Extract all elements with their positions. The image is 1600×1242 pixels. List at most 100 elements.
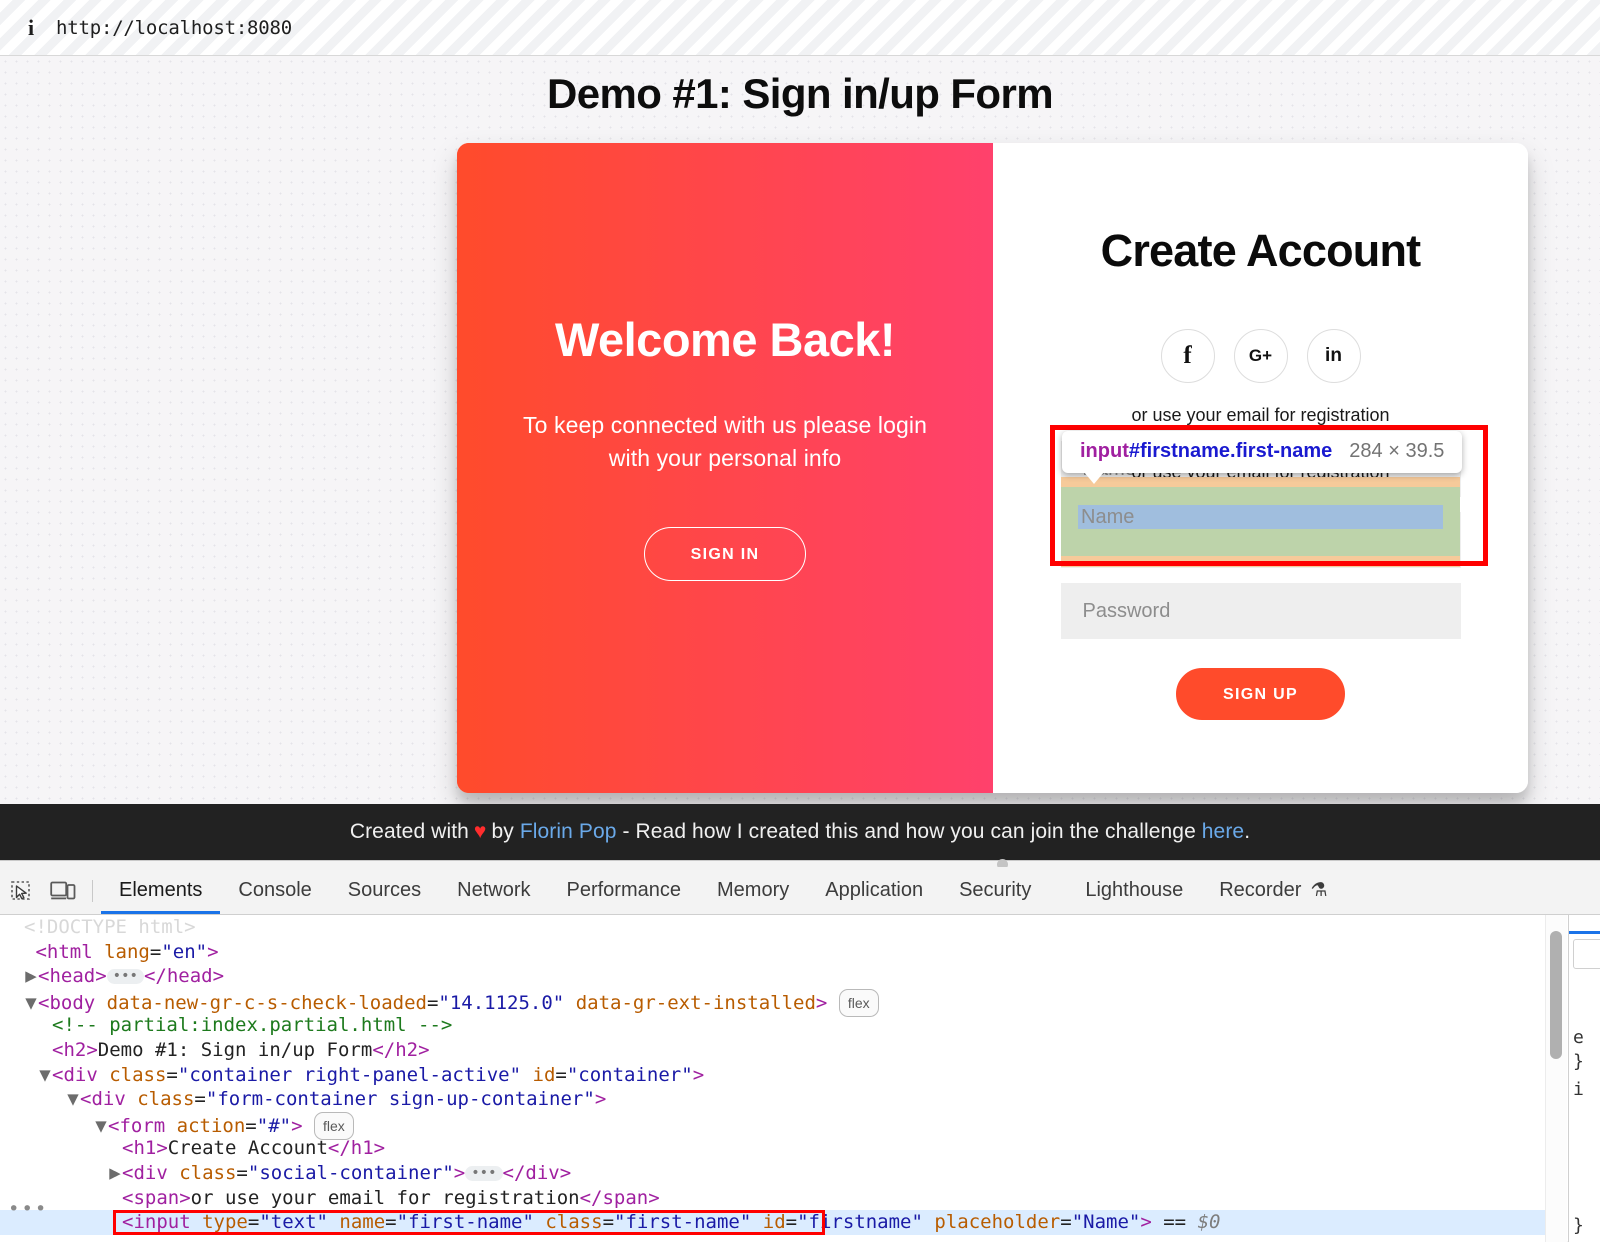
tag-close: > <box>291 1115 302 1137</box>
node-text: Demo #1: Sign in/up Form <box>98 1039 373 1061</box>
tag-open: <head> <box>38 965 107 987</box>
sign-in-button[interactable]: SIGN IN <box>644 527 807 581</box>
attr-name: class <box>137 1088 194 1110</box>
tooltip-tag-name: input <box>1080 440 1129 462</box>
url-text[interactable]: http://localhost:8080 <box>56 17 292 39</box>
tag-open: <input <box>122 1211 191 1233</box>
tab-lighthouse[interactable]: Lighthouse <box>1067 867 1201 914</box>
toolbar-divider <box>92 880 93 902</box>
attr-name: type <box>202 1211 248 1233</box>
facebook-icon[interactable]: f <box>1161 329 1215 383</box>
footer-by: by <box>492 820 514 844</box>
heart-icon: ♥ <box>474 820 487 844</box>
attr-name: class <box>179 1162 236 1184</box>
dom-node-comment: <!-- partial:index.partial.html --> <box>0 1013 1545 1038</box>
attr-value: "#" <box>257 1115 291 1137</box>
tag-open: <div <box>122 1162 168 1184</box>
password-input[interactable]: Password <box>1061 583 1461 639</box>
tag-close: </h2> <box>372 1039 429 1061</box>
here-link[interactable]: here <box>1202 820 1244 844</box>
attr-name: class <box>109 1064 166 1086</box>
attr-name: name <box>339 1211 385 1233</box>
attr-name: lang <box>104 941 150 963</box>
dom-node-doctype: <!DOCTYPE html> <box>0 915 1545 940</box>
twisty-expanded[interactable]: ▼ <box>66 1087 80 1112</box>
dom-node-form[interactable]: ▼<form action="#"> flex <box>0 1112 1545 1137</box>
attr-value: "social-container" <box>248 1162 454 1184</box>
expand-ellipsis[interactable]: ••• <box>465 1166 502 1181</box>
info-icon: i <box>18 15 44 41</box>
tab-network[interactable]: Network <box>439 867 548 914</box>
attr-name: data-new-gr-c-s-check-loaded <box>107 992 427 1014</box>
tab-performance[interactable]: Performance <box>549 867 700 914</box>
dom-node-h2[interactable]: <h2>Demo #1: Sign in/up Form</h2> <box>0 1038 1545 1063</box>
attr-name: id <box>533 1064 556 1086</box>
twisty-collapsed[interactable]: ▶ <box>108 1161 122 1186</box>
attr-name: action <box>177 1115 246 1137</box>
tab-application[interactable]: Application <box>807 867 941 914</box>
styles-tab-indicator <box>1568 931 1600 934</box>
tag-close: </span> <box>580 1187 660 1209</box>
inspect-element-icon[interactable] <box>0 870 42 912</box>
attr-value: "14.1125.0" <box>438 992 564 1014</box>
overlay-text: To keep connected with us please login w… <box>510 409 940 476</box>
google-plus-icon[interactable]: G+ <box>1234 329 1288 383</box>
author-link[interactable]: Florin Pop <box>520 820 617 844</box>
dom-node-span-hint[interactable]: <span>or use your email for registration… <box>0 1186 1545 1211</box>
dom-node-form-container[interactable]: ▼<div class="form-container sign-up-cont… <box>0 1087 1545 1112</box>
dom-node-container[interactable]: ▼<div class="container right-panel-activ… <box>0 1063 1545 1088</box>
highlight-content-label: Name <box>1081 505 1134 529</box>
tag-open: <span> <box>122 1187 191 1209</box>
email-registration-hint: or use your email for registration <box>1131 405 1389 426</box>
tag-close: > <box>693 1064 704 1086</box>
tag-close: </h1> <box>328 1137 385 1159</box>
tab-security[interactable]: Security <box>941 867 1049 914</box>
dom-node-head[interactable]: ▶<head>•••</head> <box>0 964 1545 989</box>
attr-name: class <box>545 1211 602 1233</box>
tab-elements[interactable]: Elements <box>101 867 220 914</box>
dom-row-more-button[interactable]: ••• <box>8 1198 48 1220</box>
dom-node-body[interactable]: ▼<body data-new-gr-c-s-check-loaded="14.… <box>0 989 1545 1014</box>
create-account-heading: Create Account <box>1101 225 1421 277</box>
dom-node-html[interactable]: ▶ <html lang="en"> <box>0 940 1545 965</box>
tag-close: > <box>816 992 827 1014</box>
styles-line: e <box>1573 1027 1584 1048</box>
dom-node-input-firstname[interactable]: <input type="text" name="first-name" cla… <box>0 1210 1545 1235</box>
inspect-tooltip-selector: input#firstname.first-name <box>1080 440 1332 463</box>
tab-recorder[interactable]: Recorder ⚗ <box>1201 867 1345 914</box>
tab-sources[interactable]: Sources <box>330 867 439 914</box>
dom-node-h1[interactable]: <h1>Create Account</h1> <box>0 1136 1545 1161</box>
dom-tree-scrollbar-thumb[interactable] <box>1550 931 1562 1059</box>
attr-value: "form-container sign-up-container" <box>206 1088 595 1110</box>
linkedin-icon[interactable]: in <box>1307 329 1361 383</box>
twisty-expanded[interactable]: ▼ <box>24 991 38 1016</box>
attr-value: "container" <box>567 1064 693 1086</box>
node-text: Create Account <box>168 1137 328 1159</box>
page-viewport: Demo #1: Sign in/up Form Welcome Back! T… <box>0 56 1600 804</box>
equals-sign: == <box>1163 1211 1186 1233</box>
twisty-expanded[interactable]: ▼ <box>94 1114 108 1139</box>
twisty-collapsed[interactable]: ▶ <box>24 964 38 989</box>
tag-close: </head> <box>144 965 224 987</box>
expand-ellipsis[interactable]: ••• <box>107 969 144 984</box>
tab-console[interactable]: Console <box>220 867 329 914</box>
page-title: Demo #1: Sign in/up Form <box>0 70 1600 118</box>
styles-line: i <box>1573 1079 1584 1100</box>
page-footer: Created with ♥ by Florin Pop - Read how … <box>0 804 1600 860</box>
tag-open: <h2> <box>52 1039 98 1061</box>
twisty-expanded[interactable]: ▼ <box>38 1063 52 1088</box>
tag-close: > <box>1140 1211 1151 1233</box>
styles-pane[interactable]: e } i } <box>1568 915 1600 1242</box>
attr-value: "text" <box>259 1211 328 1233</box>
styles-filter-input[interactable] <box>1573 939 1600 969</box>
dom-node-social-container[interactable]: ▶<div class="social-container">•••</div> <box>0 1161 1545 1186</box>
sign-up-button[interactable]: SIGN UP <box>1176 668 1345 720</box>
dom-tree[interactable]: <!DOCTYPE html> ▶ <html lang="en"> ▶<hea… <box>0 915 1545 1242</box>
tab-memory[interactable]: Memory <box>699 867 807 914</box>
tag-open: <html <box>35 941 92 963</box>
overlay-panel-left: Welcome Back! To keep connected with us … <box>457 143 993 793</box>
device-toolbar-icon[interactable] <box>42 870 84 912</box>
attr-value: "en" <box>161 941 207 963</box>
attr-value: "firstname" <box>797 1211 923 1233</box>
tooltip-class: .first-name <box>1230 440 1332 462</box>
